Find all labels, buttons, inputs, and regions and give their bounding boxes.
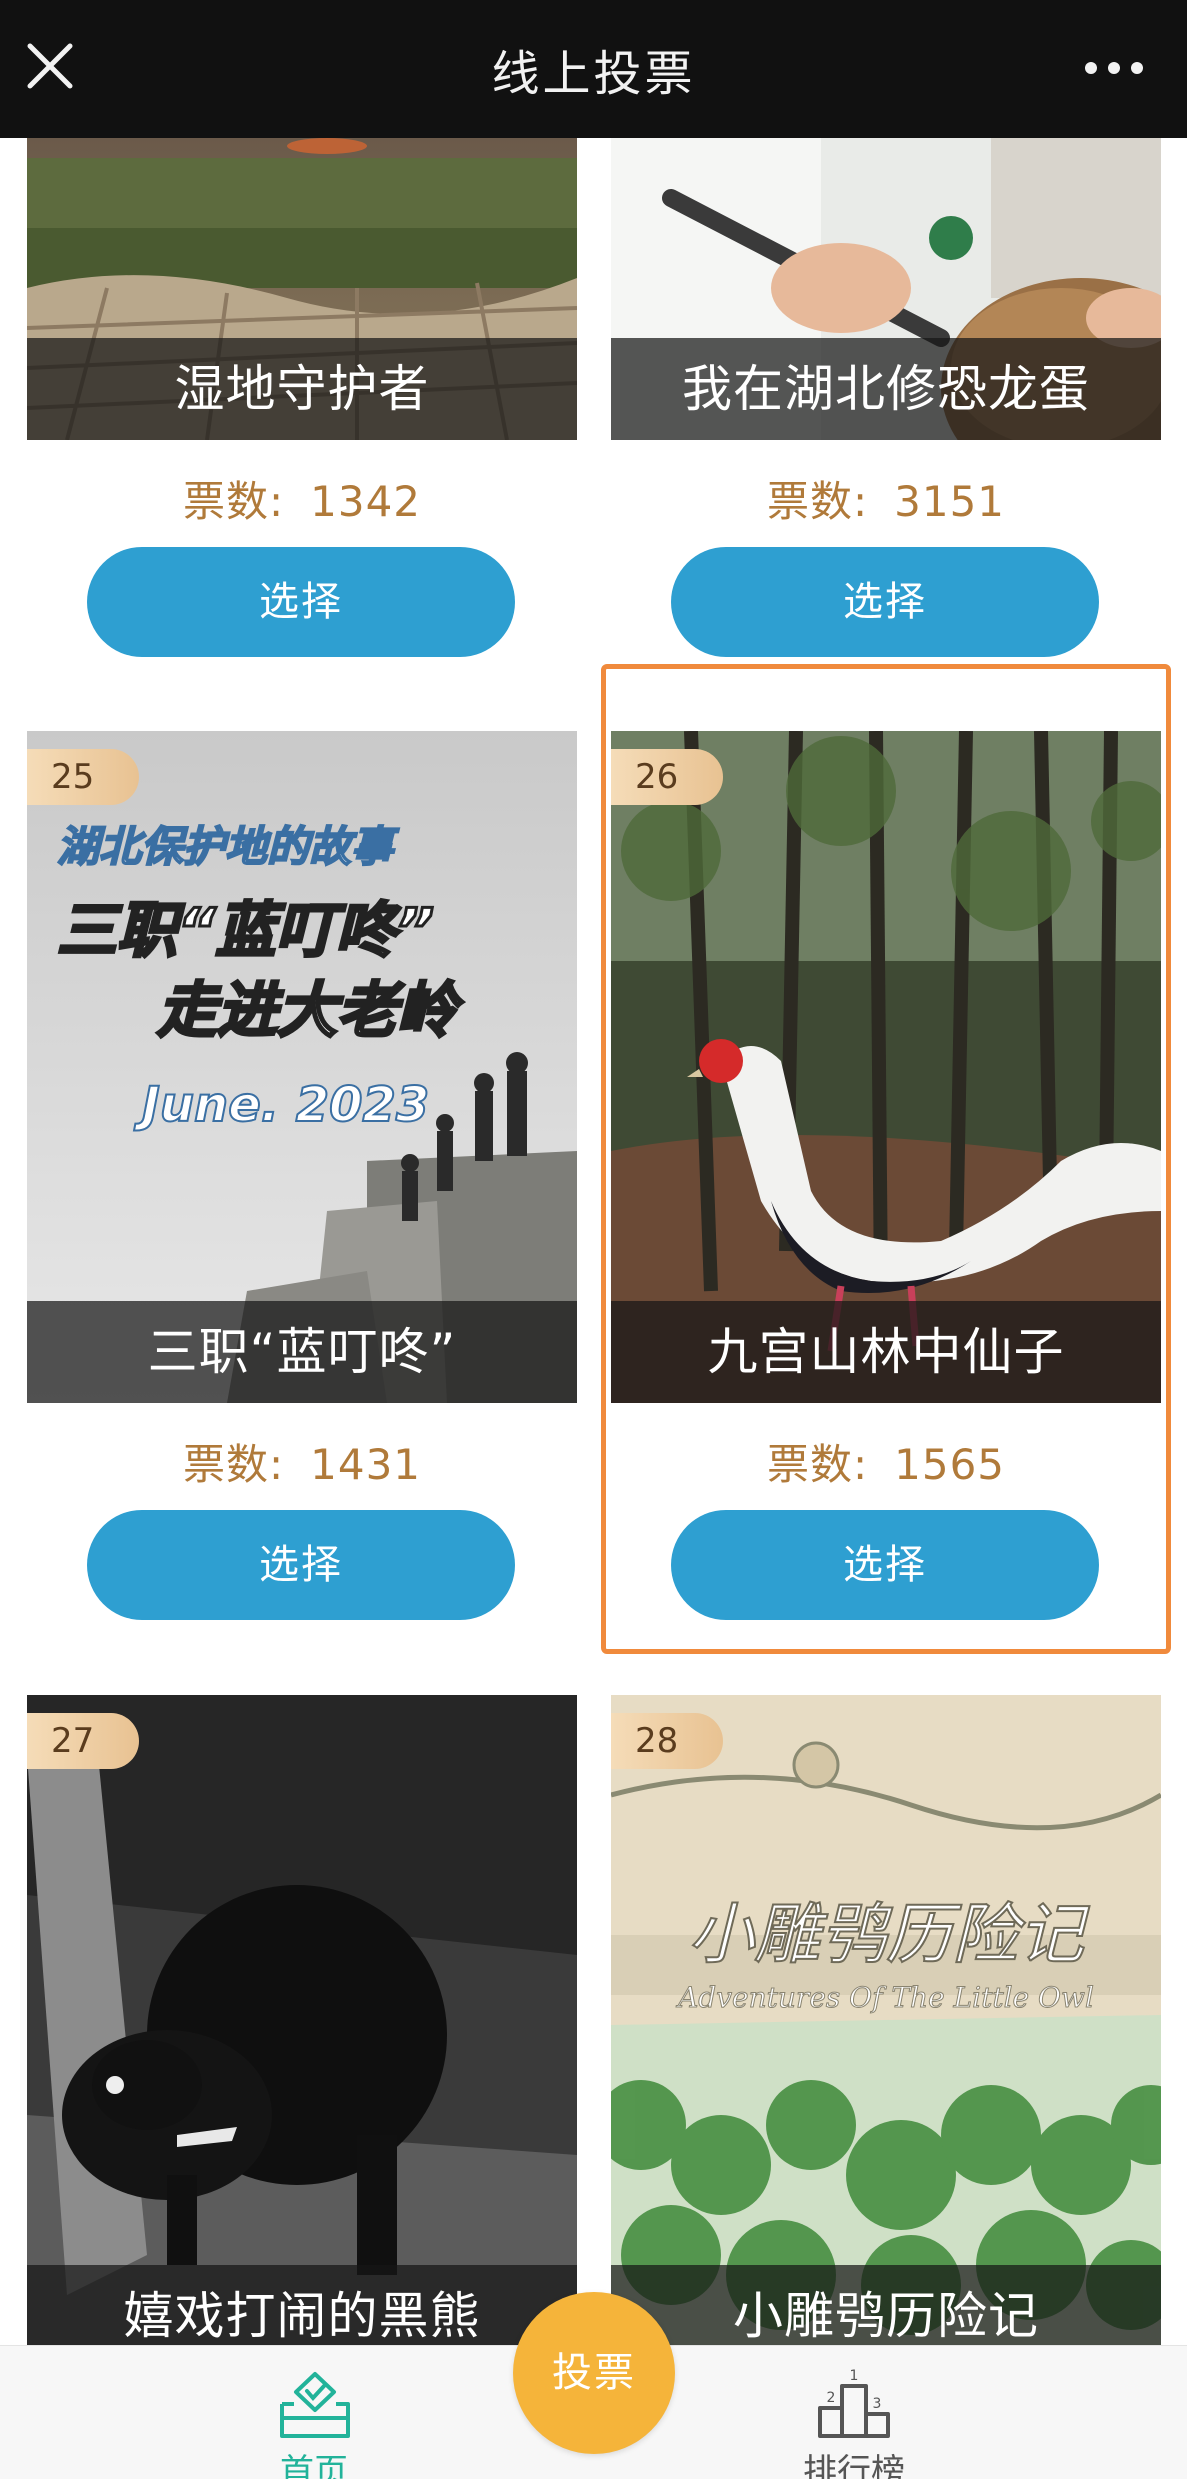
item-number-badge: 26: [611, 749, 723, 805]
poster-title: 小雕鸮历险记: [688, 1896, 1090, 1973]
tab-ranking[interactable]: 1 2 3 排行榜: [754, 2368, 954, 2479]
item-number-badge: 28: [611, 1713, 723, 1769]
select-button[interactable]: 选择: [671, 1510, 1099, 1620]
vote-count-value: 1342: [310, 477, 422, 526]
select-button[interactable]: 选择: [671, 547, 1099, 657]
vote-button[interactable]: 投票: [513, 2292, 675, 2454]
vote-grid[interactable]: 湿地守护者 票数: 1342 选择 我在湖北修恐龙蛋 票数: 3151 选择 湖…: [0, 138, 1187, 2345]
item-title: 嬉戏打闹的黑熊: [27, 2265, 577, 2345]
vote-count-label: 票数:: [766, 1440, 869, 1489]
ballot-box-icon: [280, 2372, 350, 2438]
podium-rank-third: 3: [873, 2396, 882, 2412]
item-title: 三职“蓝叮咚”: [27, 1301, 577, 1403]
top-bar: 线上投票: [0, 0, 1187, 138]
video-thumbnail[interactable]: 小雕鸮历险记 Adventures Of The Little Owl 28 小…: [611, 1695, 1161, 2345]
video-thumbnail[interactable]: 我在湖北修恐龙蛋: [611, 138, 1161, 440]
video-thumbnail[interactable]: 湖北保护地的故事 三职“蓝叮咚” 走进大老岭 June. 2023 25 三职“…: [27, 731, 577, 1403]
item-number-badge: 27: [27, 1713, 139, 1769]
podium-icon: 1 2 3: [818, 2368, 890, 2438]
poster-title: 湖北保护地的故事: [57, 822, 400, 871]
tab-ranking-label: 排行榜: [803, 2452, 905, 2479]
poster-line: 三职“蓝叮咚”: [57, 896, 434, 966]
item-title: 九宫山林中仙子: [611, 1301, 1161, 1403]
tab-home[interactable]: 首页: [214, 2370, 414, 2479]
vote-count-value: 3151: [894, 477, 1006, 526]
vote-count-value: 1565: [894, 1440, 1006, 1489]
page-title: 线上投票: [491, 46, 696, 102]
item-title: 小雕鸮历险记: [611, 2265, 1161, 2345]
vote-count-value: 1431: [310, 1440, 422, 1489]
item-title: 湿地守护者: [27, 338, 577, 440]
video-thumbnail[interactable]: 湿地守护者: [27, 138, 577, 440]
video-thumbnail[interactable]: 27 嬉戏打闹的黑熊: [27, 1695, 577, 2345]
poster-subtitle: Adventures Of The Little Owl: [675, 1981, 1094, 2014]
podium-rank-second: 2: [827, 2390, 836, 2406]
podium-rank-first: 1: [850, 2368, 859, 2384]
vote-count-label: 票数:: [766, 477, 869, 526]
vote-count-label: 票数:: [182, 1440, 285, 1489]
vote-count-label: 票数:: [182, 477, 285, 526]
vote-count: 票数: 3151: [611, 468, 1161, 529]
select-button[interactable]: 选择: [87, 547, 515, 657]
vote-count: 票数: 1431: [27, 1431, 577, 1492]
vote-count: 票数: 1565: [611, 1431, 1161, 1492]
vote-count: 票数: 1342: [27, 468, 577, 529]
more-dots-icon[interactable]: [1083, 58, 1145, 78]
item-number-badge: 25: [27, 749, 139, 805]
select-button[interactable]: 选择: [87, 1510, 515, 1620]
item-title: 我在湖北修恐龙蛋: [611, 338, 1161, 440]
video-thumbnail[interactable]: 26 九宫山林中仙子: [611, 731, 1161, 1403]
poster-date: June. 2023: [134, 1077, 429, 1133]
poster-line: 走进大老岭: [156, 976, 464, 1046]
tab-home-label: 首页: [280, 2452, 348, 2479]
